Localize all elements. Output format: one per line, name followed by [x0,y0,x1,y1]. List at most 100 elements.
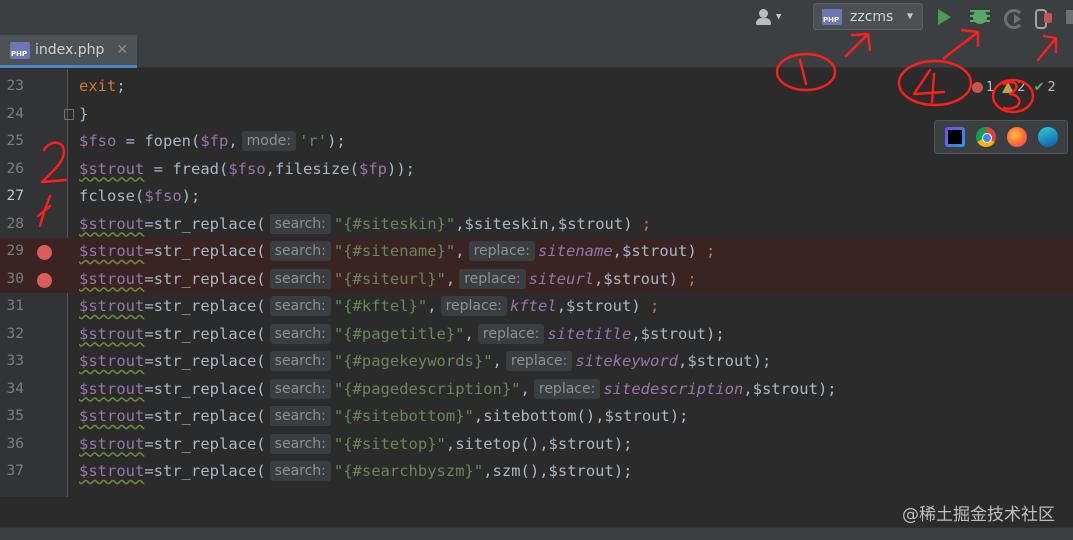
code-token: exit [79,77,117,95]
code-token: =str_replace( [144,269,266,288]
breakpoint-icon[interactable] [37,272,52,288]
line-number[interactable]: 26 [0,156,24,184]
parameter-hint: replace: [459,268,526,289]
code-line[interactable]: 37 $strout=str_replace(search: "{#searchby… [0,458,1073,486]
warning-icon [1002,81,1015,93]
parameter-hint: search: [269,323,331,344]
line-number[interactable]: 28 [0,211,24,239]
code-token: "{#pagetitle}" [333,324,465,343]
code-token: $fso [144,187,182,205]
attach-debugger-button[interactable] [1033,7,1053,29]
line-number[interactable]: 24 [0,101,24,129]
code-line[interactable]: 33 $strout=str_replace(search: "{#pagekeyw… [0,348,1073,376]
parameter-hint: search: [269,378,331,399]
code-token: ,$strout); [631,324,725,343]
code-token: , [492,352,502,370]
code-line[interactable]: 31 $strout=str_replace(search: "{#kftel}",… [0,293,1073,321]
code-line[interactable]: 25 $fso = fopen($fp, mode:'r'); [0,128,1073,156]
code-text: fclose($fso); [79,183,200,211]
line-number[interactable]: 29 [0,238,24,266]
line-number[interactable]: 36 [0,431,24,459]
debug-button[interactable] [970,7,990,27]
line-number[interactable]: 32 [0,321,24,349]
phpstorm-icon[interactable] [944,127,965,147]
code-token: "{#sitebottom}" [333,407,474,425]
code-line[interactable]: 34 $strout=str_replace(search: "{#pagedesc… [0,376,1073,404]
code-token: $fso [79,132,117,150]
code-lines: 23 exit; 24} 25 $fso = fopen($fp, mode:'r'); 2… [0,73,1073,486]
line-number[interactable]: 35 [0,403,24,431]
code-line[interactable]: 26 $strout = fread($fso,filesize($fp)); [0,156,1073,184]
chrome-icon[interactable] [975,127,996,147]
code-token: fclose( [79,187,145,205]
line-number[interactable]: 30 [0,266,24,294]
run-configuration-select[interactable]: PHP zzcms ▼ [813,3,923,30]
firefox-icon[interactable] [1006,127,1027,147]
tab-index-php[interactable]: PHP index.php ✕ [0,35,137,68]
code-token: , [520,379,530,398]
line-number[interactable]: 33 [0,348,24,376]
line-number[interactable]: 23 [0,73,24,101]
weak-warning-icon: ✔ [1033,79,1045,95]
code-line[interactable]: 23 exit; [0,73,1073,101]
editor-tab-bar: PHP index.php ✕ [0,35,1073,68]
code-token: sitekeyword [575,352,678,370]
code-token: $strout [79,297,145,315]
code-token: $strout [79,407,145,425]
code-token: , [464,324,474,343]
code-token: ,$strout); [743,379,837,398]
code-token: ,$strout) [594,269,688,288]
line-number[interactable]: 25 [0,128,24,156]
line-number[interactable]: 34 [0,376,24,404]
code-token: ; [706,242,716,260]
code-token: =str_replace( [144,324,266,343]
breakpoint-icon[interactable] [37,245,52,260]
code-token: siteurl [528,269,594,288]
code-token: =str_replace( [144,462,266,480]
code-token: =str_replace( [144,407,266,425]
fold-icon[interactable] [64,108,74,120]
code-token: "{#pagedescription}" [333,379,521,398]
code-text: exit; [79,73,126,101]
code-token: =str_replace( [144,297,266,315]
code-token: "{#pagekeywords}" [333,352,493,370]
code-line[interactable]: 28 $strout=str_replace(search: "{#siteskin… [0,211,1073,239]
code-token: kftel [510,297,557,315]
code-token: "{#sitetop}" [333,434,446,453]
code-editor[interactable]: 23 exit; 24} 25 $fso = fopen($fp, mode:'r'); 2… [0,69,1073,497]
code-line[interactable]: 36 $strout=str_replace(search: "{#sitetop}… [0,431,1073,459]
edge-icon[interactable] [1037,127,1058,147]
run-configuration-name: zzcms [850,8,894,25]
parameter-hint: replace: [477,323,545,344]
line-number[interactable]: 27 [0,183,24,211]
run-button[interactable] [938,9,951,25]
code-line[interactable]: 27 fclose($fso); [0,183,1073,211]
code-token: ,$siteskin,$strout) [455,214,642,233]
inspection-widget[interactable]: 1 2 ✔ 2 [968,77,1056,97]
php-file-icon: PHP [10,41,30,59]
code-token: , [228,132,238,150]
run-with-coverage-button[interactable] [1002,7,1024,29]
parameter-hint: search: [269,268,331,289]
code-text: $strout=str_replace(search: "{#pagedescri… [79,376,837,404]
code-token: sitetitle [547,324,632,343]
code-text: $strout=str_replace(search: "{#siteurl}",… [79,266,697,294]
php-icon: PHP [822,8,842,25]
parameter-hint: search: [269,241,331,261]
code-line[interactable]: 32 $strout=str_replace(search: "{#pagetitl… [0,321,1073,349]
line-number[interactable]: 37 [0,458,24,486]
toolbar-overflow-icon[interactable] [1066,10,1073,24]
code-token: ; [641,214,652,233]
code-line[interactable]: 29 $strout=str_replace(search: "{#sitename… [0,238,1073,266]
line-number[interactable]: 31 [0,293,24,321]
code-token: =str_replace( [144,434,266,453]
open-in-browser-popup [934,120,1068,154]
close-tab-icon[interactable]: ✕ [116,42,128,58]
code-line[interactable]: 30 $strout=str_replace(search: "{#siteurl}… [0,265,1073,294]
chevron-down-icon: ▼ [906,11,913,22]
user-account-button[interactable]: ▼ [755,6,793,28]
code-line[interactable]: 24} [0,101,1073,129]
code-token: $fp [358,159,387,178]
code-line[interactable]: 35 $strout=str_replace(search: "{#sitebott… [0,403,1073,431]
parameter-hint: search: [269,461,331,481]
